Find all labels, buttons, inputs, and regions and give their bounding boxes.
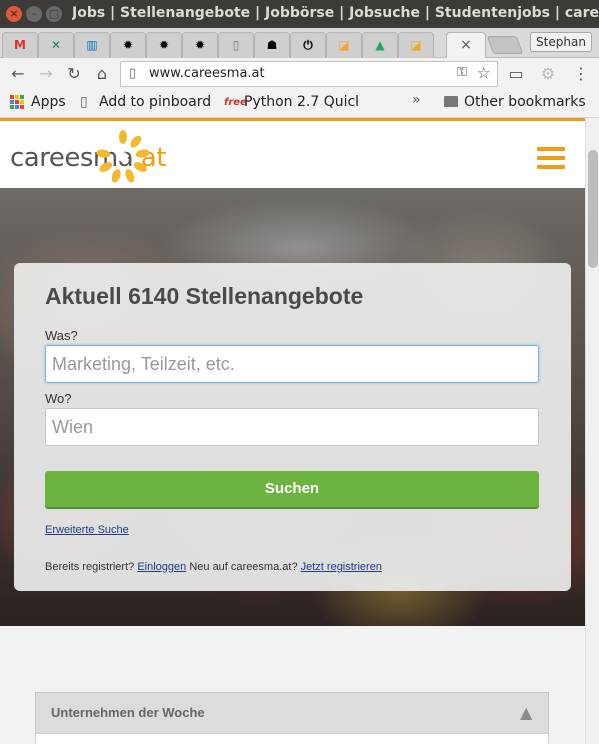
tab-power[interactable]: ⏻ [290,32,326,58]
puzzle-icon: ✹ [122,38,134,52]
profile-button[interactable]: Stephan [530,32,592,52]
power-icon: ⏻ [303,38,313,52]
careesma-icon: ◪ [338,38,350,52]
site-header: careesma.at [0,121,585,188]
back-icon[interactable]: ← [8,64,28,84]
registration-line: Bereits registriert? Einloggen Neu auf c… [45,561,382,573]
document-icon: ▯ [232,38,240,52]
cast-icon[interactable]: ▭ [506,64,526,84]
tab-gmail[interactable]: M [2,32,38,58]
search-card: Aktuell 6140 Stellenangebote Was? Market… [14,263,571,591]
job-count-title: Aktuell 6140 Stellenangebote [45,283,364,309]
tab-strip: M ✕ ▥ ✹ ✹ ✹ ▯ ☗ ⏻ ◪ ▲ ◪ × Stephan [0,28,599,58]
tab-xing[interactable]: ✕ [38,32,74,58]
new-user-text: Neu auf careesma.at? [189,561,298,573]
apps-icon[interactable] [10,95,24,109]
document-icon: ▯ [80,94,88,110]
hamburger-menu-icon[interactable] [537,147,565,171]
registered-text: Bereits registriert? [45,561,135,573]
more-bookmarks-icon[interactable]: » [412,92,421,108]
tab-careesma-2[interactable]: ◪ [398,32,434,58]
window-close-button[interactable]: × [6,6,22,22]
what-placeholder: Marketing, Teilzeit, etc. [52,354,235,374]
where-placeholder: Wien [52,417,94,437]
wo-label: Wo? [45,391,72,406]
extension-icon[interactable]: ⚙ [538,64,558,84]
company-of-week-body [35,733,549,744]
bookmark-pinboard[interactable]: Add to pinboard [99,94,211,110]
where-search-input[interactable]: Wien [45,408,539,446]
home-icon[interactable]: ⌂ [92,64,112,84]
tab-github[interactable]: ☗ [254,32,290,58]
company-of-week-panel[interactable]: Unternehmen der Woche ▲ [35,692,549,744]
register-link[interactable]: Jetzt registrieren [301,561,382,573]
window-maximize-button[interactable]: □ [46,6,62,22]
puzzle-icon: ✹ [194,38,206,52]
url-text[interactable]: www.careesma.at [149,66,265,81]
page-info-icon[interactable]: ▯ [129,66,136,81]
scrollbar-thumb[interactable] [588,150,598,268]
what-search-input[interactable]: Marketing, Teilzeit, etc. [45,345,539,383]
github-icon: ☗ [266,38,278,52]
key-icon[interactable]: ⚿ [457,65,467,80]
careesma-icon: ◪ [410,38,422,52]
menu-icon[interactable]: ⋮ [571,64,591,84]
company-of-week-title: Unternehmen der Woche [51,705,205,720]
new-tab-button[interactable] [486,36,524,54]
forward-icon[interactable]: → [36,64,56,84]
address-bar[interactable]: ▯ www.careesma.at ⚿ ☆ [120,61,498,87]
window-title: Jobs | Stellenangebote | Jobbörse | Jobs… [72,5,599,21]
sun-logo-icon [96,130,150,183]
tab-document[interactable]: ▯ [218,32,254,58]
advanced-search-link[interactable]: Erweiterte Suche [45,524,129,536]
tab-careesma-1[interactable]: ◪ [326,32,362,58]
reload-icon[interactable]: ↻ [64,64,84,84]
collapse-arrow-icon[interactable]: ▲ [520,703,532,722]
search-button[interactable]: Suchen [45,471,539,509]
drive-icon: ▲ [375,38,385,52]
tab-trello[interactable]: ▥ [74,32,110,58]
tab-active[interactable]: × [446,32,486,58]
window-titlebar: × – □ Jobs | Stellenangebote | Jobbörse … [0,0,599,28]
page-scrollbar[interactable] [585,118,599,744]
other-bookmarks-label: Other bookmarks [464,94,586,110]
window-minimize-button[interactable]: – [26,6,42,22]
was-label: Was? [45,328,78,343]
tab-drive[interactable]: ▲ [362,32,398,58]
tab-puzzle-1[interactable]: ✹ [110,32,146,58]
bookmark-star-icon[interactable]: ☆ [477,64,490,82]
folder-icon [444,96,458,107]
gmail-icon: M [14,38,26,52]
hero-background: Aktuell 6140 Stellenangebote Was? Market… [0,188,585,626]
xing-icon: ✕ [50,38,62,52]
other-bookmarks[interactable]: Other bookmarks [444,94,586,110]
bookmark-python[interactable]: Python 2.7 Quick [244,94,358,110]
close-tab-icon[interactable]: × [458,37,474,53]
tab-puzzle-3[interactable]: ✹ [182,32,218,58]
bookmarks-bar: Apps ▯ Add to pinboard free Python 2.7 Q… [0,90,599,118]
login-link[interactable]: Einloggen [137,561,186,573]
tab-puzzle-2[interactable]: ✹ [146,32,182,58]
bookmark-apps[interactable]: Apps [31,94,66,110]
puzzle-icon: ✹ [158,38,170,52]
trello-icon: ▥ [86,38,98,52]
browser-toolbar: ← → ↻ ⌂ ▯ www.careesma.at ⚿ ☆ ▭ ⚙ ⋮ [0,58,599,90]
page-viewport: careesma.at Aktuell 6140 Stellenangebote… [0,118,599,744]
